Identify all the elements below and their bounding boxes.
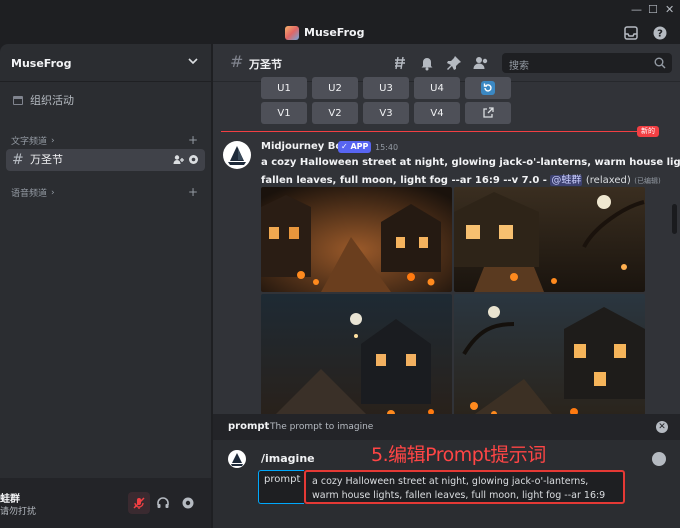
calendar-icon [13, 96, 23, 105]
server-header[interactable]: MuseFrog [0, 44, 211, 82]
prompt-text: fallen leaves, full moon, light fog --ar… [261, 175, 547, 186]
option-description: The prompt to imagine [270, 422, 374, 432]
close-icon[interactable]: ✕ [665, 4, 674, 16]
sailboat-icon [231, 453, 243, 466]
prompt-input[interactable]: a cozy Halloween street at night, glowin… [304, 470, 625, 504]
edited-label: (已编辑) [634, 177, 661, 185]
search-icon [654, 57, 666, 69]
mic-off-icon [133, 497, 145, 509]
inbox-icon[interactable] [624, 26, 638, 40]
hash-icon: # [230, 52, 244, 71]
events-label: 组织活动 [30, 94, 74, 107]
halloween-street-image-4 [454, 294, 645, 429]
chevron-right-icon: › [51, 187, 55, 198]
halloween-street-image-3 [261, 294, 452, 429]
hash-icon: # [12, 152, 24, 168]
image-tile-1[interactable] [261, 187, 452, 292]
image-tile-2[interactable] [454, 187, 645, 292]
message-author[interactable]: Midjourney Bot [261, 141, 347, 152]
server-name: MuseFrog [11, 57, 72, 70]
minimize-icon[interactable]: — [631, 4, 642, 16]
text-category-label: 文字频道 [11, 137, 48, 147]
variation-button-row: V1 V2 V3 V4 [261, 102, 511, 124]
channel-label: 万圣节 [30, 153, 63, 166]
mode-label: (relaxed) [585, 175, 631, 186]
sidebar-item-halloween[interactable]: # 万圣节 [6, 149, 205, 171]
u1-button[interactable]: U1 [261, 77, 307, 99]
image-grid[interactable] [261, 187, 645, 429]
user-status: 请勿打扰 [0, 507, 37, 517]
channel-title: 万圣节 [249, 58, 282, 71]
user-mention[interactable]: @蛙群 [550, 175, 583, 186]
chevron-right-icon: › [51, 135, 55, 146]
scrollbar-thumb[interactable] [672, 204, 677, 234]
halloween-street-image-1 [261, 187, 452, 292]
svg-text:?: ? [657, 29, 663, 40]
sailboat-icon [228, 146, 246, 165]
chat-area: # 万圣节 搜索 U1 U2 U3 U4 V1 V2 V3 V4 新的 Midj… [213, 44, 680, 528]
step-annotation: 5.编辑Prompt提示词 [371, 444, 546, 466]
command-name: /imagine [261, 452, 315, 465]
user-settings-button[interactable] [177, 492, 199, 514]
username[interactable]: 蛙群 [0, 490, 20, 505]
v1-button[interactable]: V1 [261, 102, 307, 124]
app-badge: ✓ APP [338, 141, 372, 153]
close-icon[interactable]: ✕ [656, 421, 668, 433]
slash-command-panel: prompt The prompt to imagine ✕ /imagine … [213, 414, 680, 528]
pin-icon[interactable] [446, 55, 462, 71]
member-list-icon[interactable] [473, 55, 489, 71]
user-panel: 蛙群 请勿打扰 [0, 478, 211, 528]
help-icon[interactable]: ? [653, 26, 667, 40]
external-link-icon [483, 107, 494, 118]
u2-button[interactable]: U2 [312, 77, 358, 99]
open-link-button[interactable] [465, 102, 511, 124]
title-bar: — ☐ ✕ MuseFrog ? [0, 0, 680, 44]
notification-bell-icon[interactable] [419, 55, 435, 71]
emoji-icon[interactable] [652, 452, 666, 466]
search-placeholder: 搜索 [509, 61, 529, 72]
new-messages-divider [221, 131, 651, 132]
reroll-icon [481, 81, 495, 95]
invite-members-icon[interactable] [173, 154, 184, 165]
command-option-header: prompt The prompt to imagine ✕ [213, 414, 680, 440]
image-tile-4[interactable] [454, 294, 645, 429]
add-voice-channel-icon[interactable]: + [188, 186, 198, 198]
v4-button[interactable]: V4 [414, 102, 460, 124]
upscale-button-row: U1 U2 U3 U4 [261, 77, 511, 99]
option-name: prompt [228, 421, 270, 432]
bot-avatar[interactable] [223, 141, 251, 169]
v3-button[interactable]: V3 [363, 102, 409, 124]
gear-icon [182, 497, 194, 509]
headphones-icon [157, 497, 169, 508]
deafen-button[interactable] [152, 492, 174, 514]
image-tile-3[interactable] [261, 294, 452, 429]
voice-category-label: 语音频道 [11, 189, 48, 199]
text-channels-category[interactable]: 文字频道 › [11, 134, 55, 148]
app-title: MuseFrog [304, 26, 365, 39]
chevron-down-icon [188, 58, 198, 65]
message-text-line2: fallen leaves, full moon, light fog --ar… [261, 171, 661, 186]
maximize-icon[interactable]: ☐ [648, 4, 658, 16]
halloween-street-image-2 [454, 187, 645, 292]
mute-mic-button[interactable] [128, 492, 150, 514]
channel-sidebar: MuseFrog 组织活动 文字频道 › + # 万圣节 语音频道 › + 蛙群 请… [0, 44, 211, 528]
threads-icon[interactable] [392, 55, 408, 71]
app-logo [285, 26, 299, 40]
search-input[interactable]: 搜索 [502, 53, 672, 73]
reroll-button[interactable] [465, 77, 511, 99]
command-bot-avatar [228, 450, 246, 468]
events-item[interactable]: 组织活动 [12, 92, 74, 108]
v2-button[interactable]: V2 [312, 102, 358, 124]
message-timestamp: 15:40 [375, 143, 399, 152]
add-text-channel-icon[interactable]: + [188, 134, 198, 146]
u4-button[interactable]: U4 [414, 77, 460, 99]
voice-channels-category[interactable]: 语音频道 › [11, 186, 55, 200]
u3-button[interactable]: U3 [363, 77, 409, 99]
gear-icon[interactable] [188, 154, 199, 165]
new-messages-badge: 新的 [637, 126, 659, 137]
prompt-option-label: prompt [258, 470, 304, 504]
message-text-line1: a cozy Halloween street at night, glowin… [261, 157, 680, 168]
